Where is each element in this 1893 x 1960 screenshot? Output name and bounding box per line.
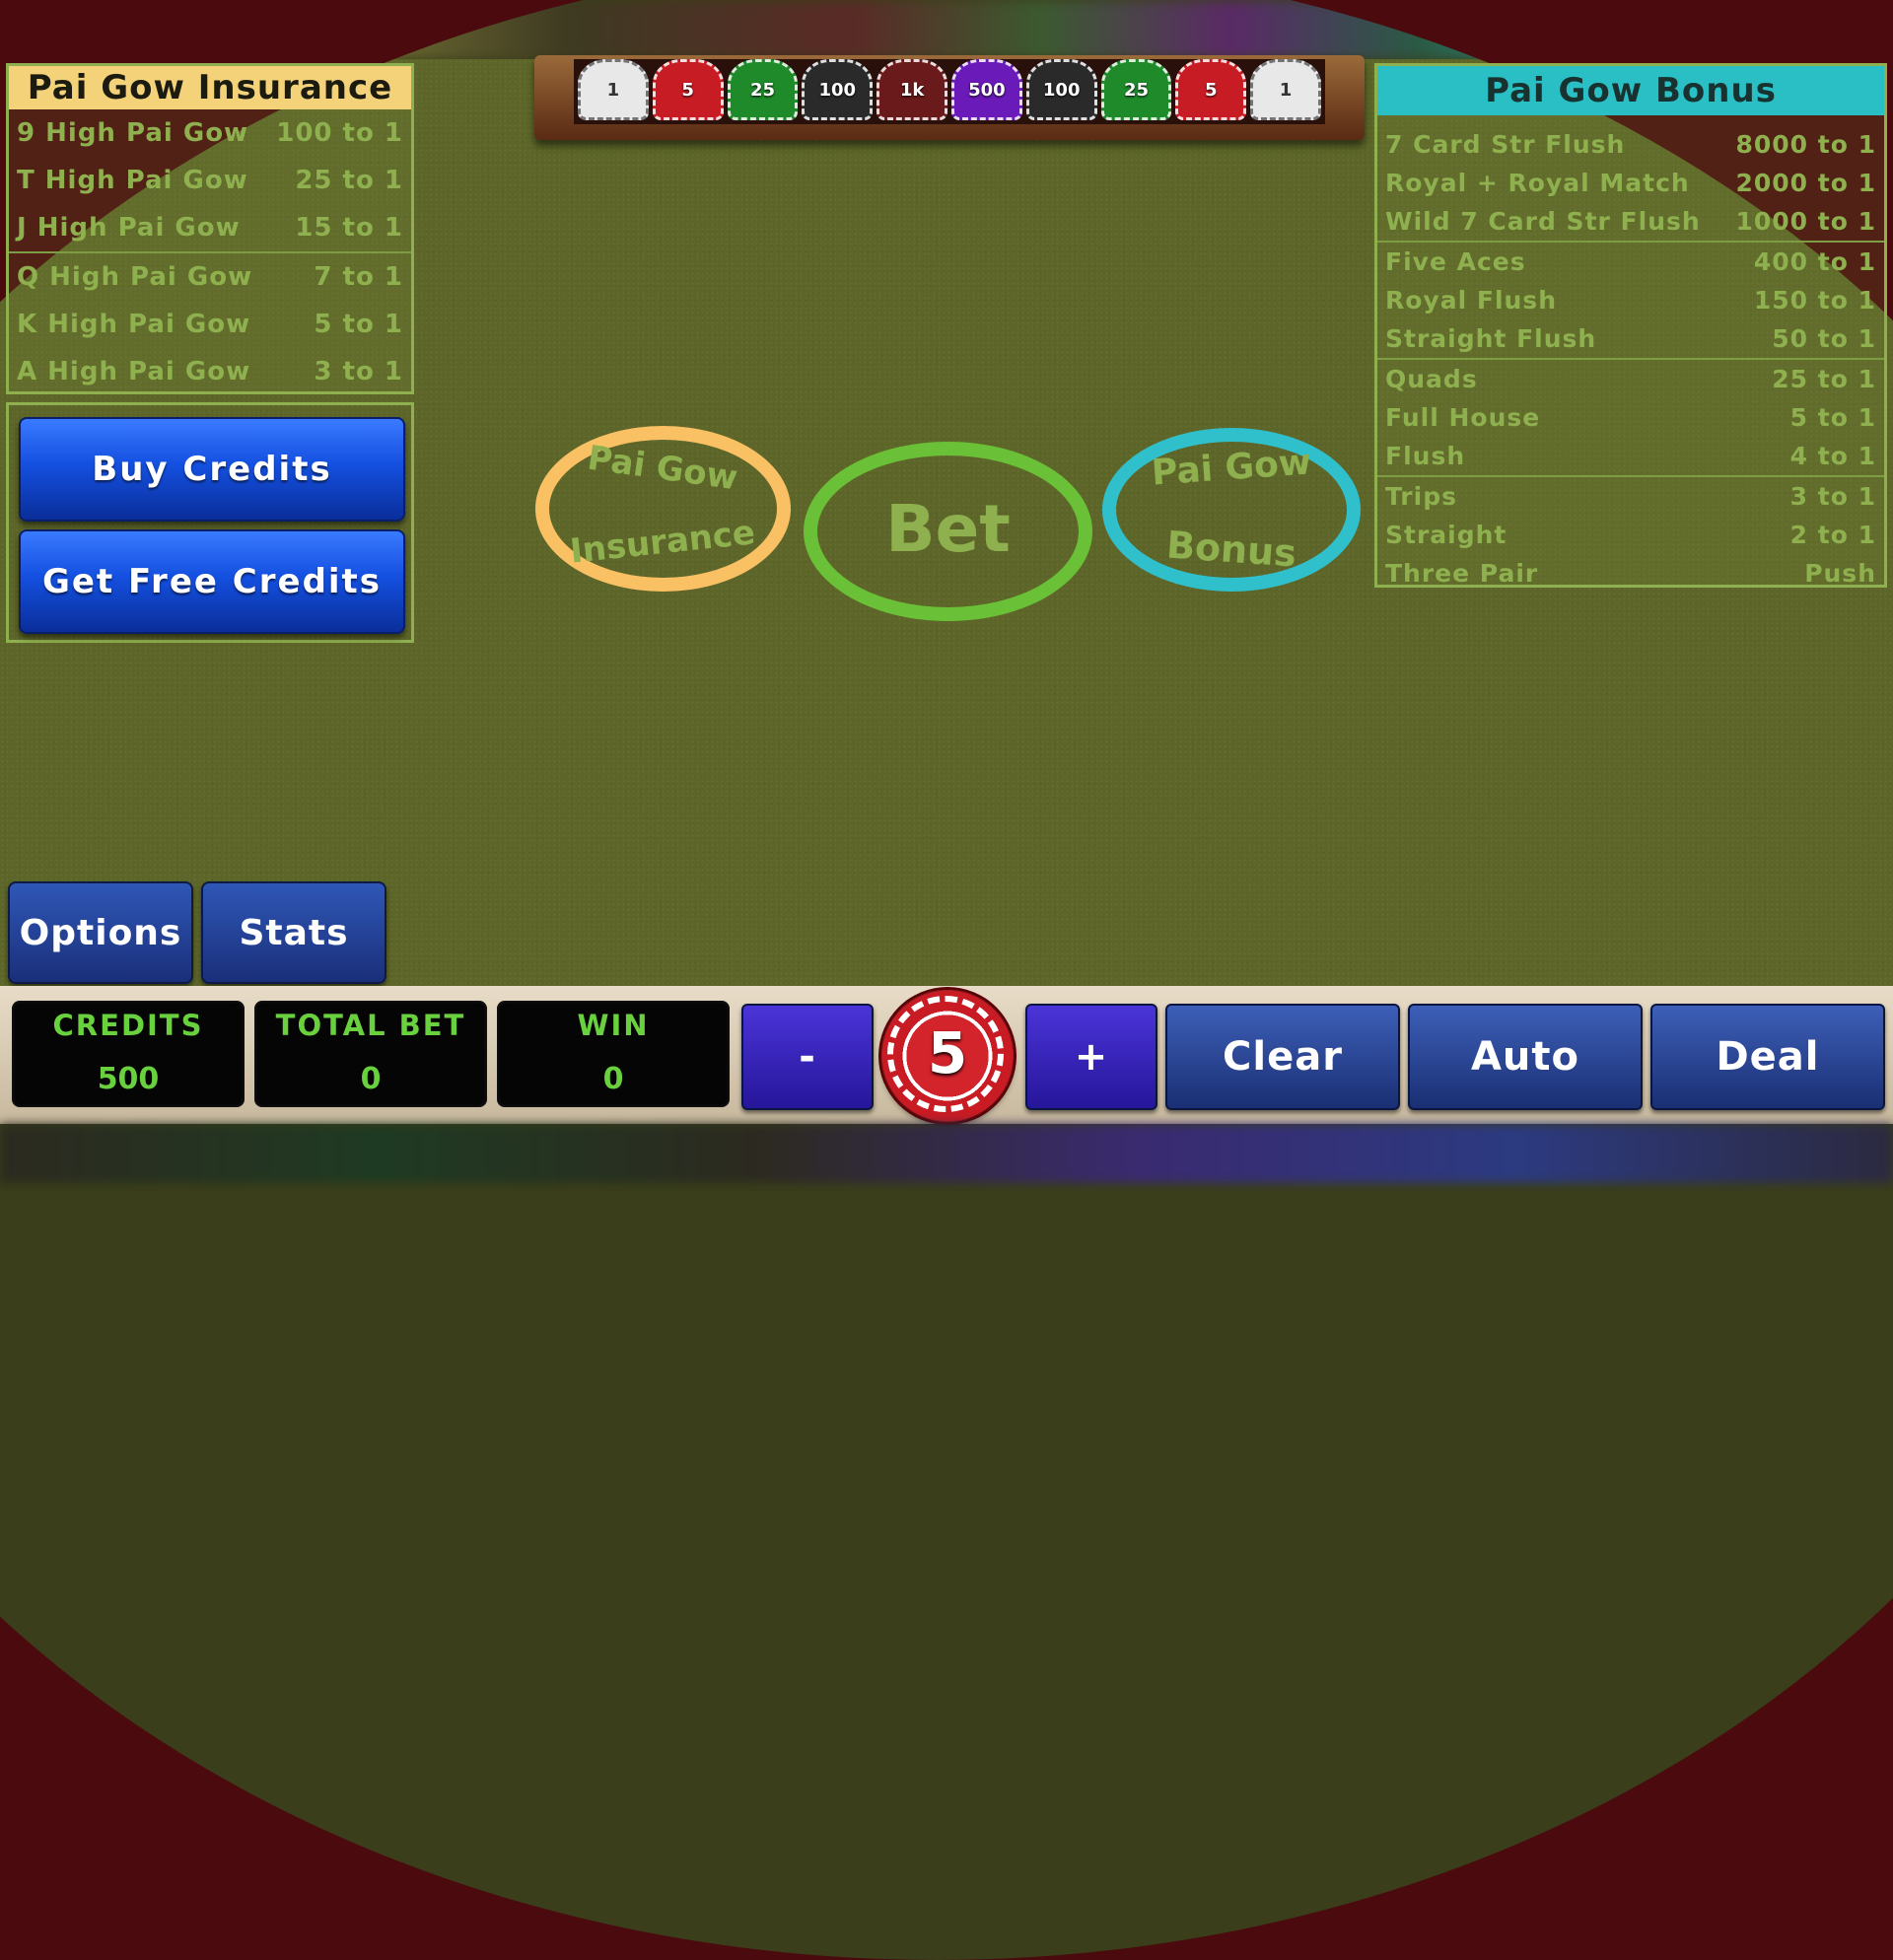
rack-chip: 25 <box>727 59 799 120</box>
buy-credits-button[interactable]: Buy Credits <box>19 417 405 522</box>
chip-rack: 1 5 25 100 1k 500 100 25 5 1 <box>534 55 1365 140</box>
increase-bet-button[interactable]: + <box>1025 1004 1157 1110</box>
selected-chip[interactable]: 5 <box>881 990 1014 1122</box>
paytable-row: K High Pai Gow 5 to 1 <box>17 310 403 339</box>
insurance-paytable: Pai Gow Insurance 9 High Pai Gow 100 to 1… <box>6 63 414 394</box>
credits-value: 500 <box>97 1062 160 1096</box>
win-label: WIN <box>577 1009 650 1042</box>
rack-chip: 1k <box>876 59 947 120</box>
paytable-row: Quads 25 to 1 <box>1385 365 1876 393</box>
paytable-row: Three Pair Push <box>1385 559 1876 588</box>
paytable-row: T High Pai Gow 25 to 1 <box>17 166 403 195</box>
paytable-row: A High Pai Gow 3 to 1 <box>17 357 403 386</box>
credits-label: CREDITS <box>52 1009 204 1042</box>
rack-chip: 1 <box>578 59 649 120</box>
paytable-row: Royal + Royal Match 2000 to 1 <box>1385 169 1876 197</box>
auto-button[interactable]: Auto <box>1408 1004 1643 1110</box>
options-button[interactable]: Options <box>8 881 193 984</box>
paytable-row: Full House 5 to 1 <box>1385 403 1876 432</box>
rack-chip: 1 <box>1250 59 1321 120</box>
paytable-row: 9 High Pai Gow 100 to 1 <box>17 118 403 148</box>
rack-chip: 5 <box>1175 59 1247 120</box>
win-meter: WIN 0 <box>497 1001 730 1107</box>
stats-button[interactable]: Stats <box>201 881 386 984</box>
total-bet-label: TOTAL BET <box>275 1009 466 1042</box>
clear-button[interactable]: Clear <box>1165 1004 1400 1110</box>
get-free-credits-button[interactable]: Get Free Credits <box>19 529 405 634</box>
paytable-row: Trips 3 to 1 <box>1385 482 1876 511</box>
paytable-row: Straight 2 to 1 <box>1385 521 1876 549</box>
win-value: 0 <box>602 1062 624 1096</box>
paytable-row: Flush 4 to 1 <box>1385 442 1876 470</box>
insurance-paytable-title: Pai Gow Insurance <box>9 66 411 109</box>
total-bet-meter: TOTAL BET 0 <box>254 1001 487 1107</box>
rack-chip: 500 <box>950 59 1022 120</box>
paytable-row: Royal Flush 150 to 1 <box>1385 286 1876 315</box>
decrease-bet-button[interactable]: - <box>741 1004 874 1110</box>
rack-chip: 5 <box>652 59 724 120</box>
rack-chip: 100 <box>1025 59 1097 120</box>
paytable-row: Wild 7 Card Str Flush 1000 to 1 <box>1385 207 1876 236</box>
credits-meter: CREDITS 500 <box>12 1001 245 1107</box>
paytable-row: Straight Flush 50 to 1 <box>1385 324 1876 353</box>
bonus-paytable: Pai Gow Bonus 7 Card Str Flush 8000 to 1 … <box>1374 63 1887 588</box>
paytable-row: 7 Card Str Flush 8000 to 1 <box>1385 130 1876 159</box>
rack-chip: 25 <box>1100 59 1172 120</box>
paytable-row: Five Aces 400 to 1 <box>1385 247 1876 276</box>
paytable-row: J High Pai Gow 15 to 1 <box>17 213 403 243</box>
paytable-row: Q High Pai Gow 7 to 1 <box>17 262 403 292</box>
bonus-paytable-title: Pai Gow Bonus <box>1377 66 1884 115</box>
chip-rack-slots: 1 5 25 100 1k 500 100 25 5 1 <box>574 59 1325 124</box>
total-bet-value: 0 <box>360 1062 382 1096</box>
bet-spot-label: Bet <box>885 491 1011 567</box>
chip-value: 5 <box>927 1019 968 1086</box>
rack-chip: 100 <box>802 59 874 120</box>
background-bottom <box>0 1124 1893 1183</box>
credit-panel: Buy Credits Get Free Credits <box>6 402 414 643</box>
deal-button[interactable]: Deal <box>1650 1004 1885 1110</box>
